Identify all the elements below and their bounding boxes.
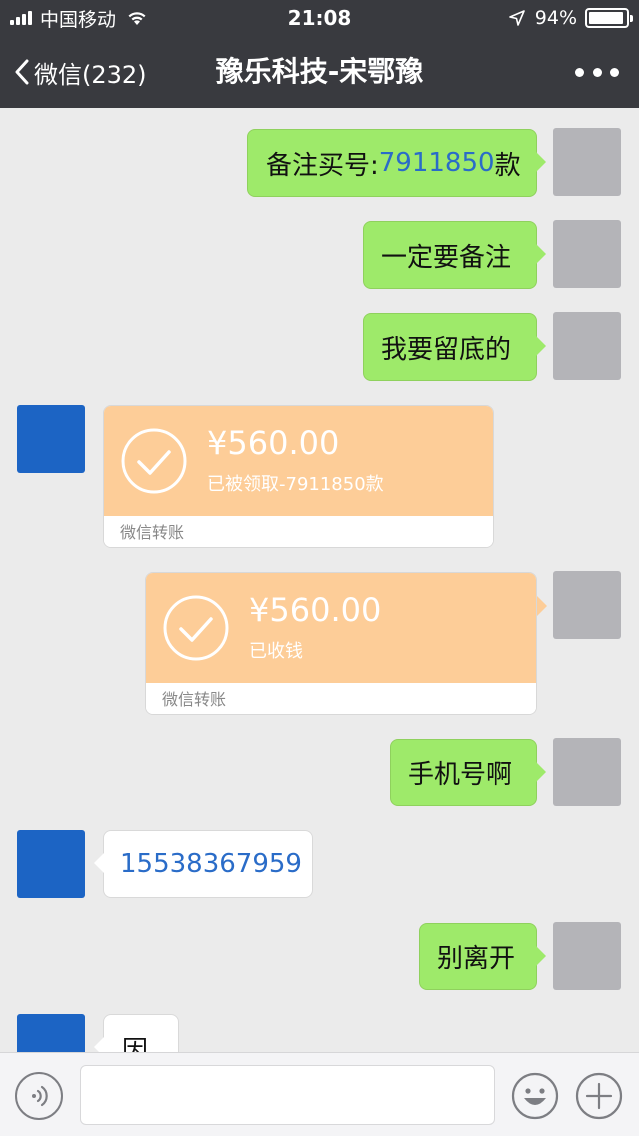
transfer-card-body: ¥560.00 已收钱 <box>146 573 536 683</box>
message-text: 我要留底的 <box>381 334 512 365</box>
message-text: 备注买号: <box>266 150 379 181</box>
more-icon[interactable] <box>575 60 619 84</box>
message-text: 手机号啊 <box>408 760 513 790</box>
check-circle-icon <box>163 595 229 661</box>
transfer-card[interactable]: ¥560.00 已收钱 微信转账 <box>145 572 537 715</box>
message-bubble[interactable]: 手机号啊 <box>390 739 546 806</box>
contact-avatar[interactable] <box>17 405 85 473</box>
message-bubble[interactable]: 备注买号: 7911850 款 <box>247 129 546 197</box>
contact-avatar[interactable] <box>17 830 85 898</box>
check-circle-icon <box>121 428 187 494</box>
voice-icon <box>32 1085 48 1107</box>
my-avatar[interactable] <box>553 220 621 288</box>
chat-area[interactable]: 备注买号: 7911850 款 一定要备注 我要留底的 ¥560.00 已被领取-7… <box>0 108 639 1052</box>
my-avatar[interactable] <box>553 922 621 990</box>
message-bubble[interactable]: 我要留底的 <box>363 313 546 381</box>
message-bubble[interactable]: 因 <box>94 1014 179 1053</box>
message-text: 一定要备注 <box>381 242 512 273</box>
message-text: 因 <box>122 1035 149 1053</box>
transfer-status: 已收钱 <box>249 641 303 662</box>
battery-icon <box>585 8 633 28</box>
status-bar: 中国移动 21:08 94% <box>0 0 639 36</box>
my-avatar[interactable] <box>553 571 621 639</box>
transfer-footer: 微信转账 <box>146 683 536 714</box>
voice-button[interactable] <box>15 1072 63 1120</box>
message-text: 别离开 <box>437 944 516 974</box>
nav-bar: 微信(232) 豫乐科技-宋鄂豫 <box>0 36 639 108</box>
my-avatar[interactable] <box>553 312 621 380</box>
emoji-icon[interactable] <box>511 1072 559 1120</box>
transfer-footer: 微信转账 <box>104 516 493 547</box>
message-text: 款 <box>494 150 521 181</box>
order-number-link[interactable]: 7911850 <box>379 148 495 178</box>
plus-icon[interactable] <box>575 1072 623 1120</box>
message-bubble[interactable]: 别离开 <box>419 923 546 990</box>
message-input[interactable] <box>80 1065 495 1125</box>
status-right: 94% <box>508 6 633 30</box>
message-bubble[interactable]: 15538367959 <box>94 830 313 898</box>
phone-number-link[interactable]: 15538367959 <box>120 849 302 879</box>
transfer-tail <box>537 596 547 616</box>
transfer-card-body: ¥560.00 已被领取-7911850款 <box>104 406 493 516</box>
transfer-amount: ¥560.00 <box>249 591 382 629</box>
transfer-amount: ¥560.00 <box>207 424 340 462</box>
transfer-status: 已被领取-7911850款 <box>207 474 384 495</box>
input-bar <box>0 1052 639 1136</box>
transfer-card[interactable]: ¥560.00 已被领取-7911850款 微信转账 <box>103 405 494 548</box>
my-avatar[interactable] <box>553 128 621 196</box>
message-bubble[interactable]: 一定要备注 <box>363 221 546 289</box>
contact-avatar[interactable] <box>17 1014 85 1052</box>
location-icon <box>508 10 525 26</box>
battery-percent: 94% <box>534 7 577 29</box>
my-avatar[interactable] <box>553 738 621 806</box>
chat-title: 豫乐科技-宋鄂豫 <box>215 55 424 88</box>
